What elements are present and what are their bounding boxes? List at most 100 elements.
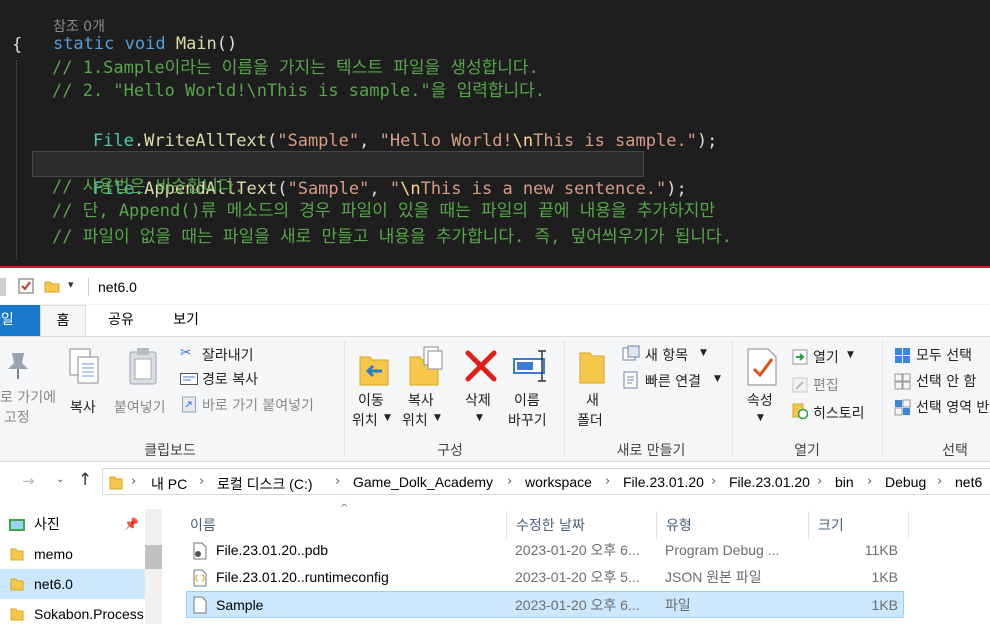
select-all-button[interactable]: 모두 선택 [916, 345, 972, 365]
easy-access-dropdown-icon[interactable]: ▼ [714, 374, 721, 384]
move-to-label-2[interactable]: 위치 [352, 410, 378, 430]
copy-path-button[interactable]: 경로 복사 [202, 369, 258, 389]
tab-share[interactable]: 공유 [96, 305, 146, 336]
copy-to-dropdown-icon[interactable]: ▼ [434, 413, 441, 423]
history-icon[interactable] [792, 403, 808, 419]
easy-access-button[interactable]: 빠른 연결 [645, 371, 701, 391]
breadcrumb-game-dolk-academy[interactable]: Game_Dolk_Academy [353, 474, 493, 490]
rename-icon[interactable] [512, 349, 550, 383]
code-editor[interactable]: 참조 0개 static void Main() { // 1.Sample이라… [0, 0, 990, 268]
open-dropdown-icon[interactable]: ▼ [847, 350, 854, 360]
properties-dropdown-icon[interactable]: ▼ [757, 413, 764, 423]
pin-quick-access-label-2[interactable]: 고정 [4, 407, 30, 427]
breadcrumb-local-disk[interactable]: 로컬 디스크 (C:) [217, 474, 313, 494]
copy-button[interactable]: 복사 [70, 397, 96, 417]
file-row[interactable]: File.23.01.20..runtimeconfig 2023-01-20 … [186, 564, 904, 591]
open-icon[interactable] [792, 349, 808, 365]
properties-button[interactable]: 속성 [747, 390, 773, 410]
new-folder-quick-icon[interactable] [44, 278, 60, 296]
pinned-icon[interactable]: 📌 [124, 509, 139, 539]
breadcrumb-net6[interactable]: net6 [955, 474, 982, 490]
delete-button[interactable]: 삭제 [465, 390, 491, 410]
nav-item-sokabon[interactable]: Sokabon.Process [0, 599, 145, 624]
delete-dropdown-icon[interactable]: ▼ [476, 413, 483, 423]
tab-file[interactable]: 파일 [0, 305, 40, 336]
column-separator[interactable] [908, 511, 909, 539]
breadcrumb-chevron-icon[interactable]: › [335, 474, 340, 489]
new-folder-icon[interactable] [578, 349, 606, 385]
move-to-label-1[interactable]: 이동 [358, 390, 384, 410]
move-to-icon[interactable] [358, 349, 390, 387]
breadcrumb-workspace[interactable]: workspace [525, 474, 592, 490]
breadcrumb-chevron-icon[interactable]: › [711, 474, 716, 489]
history-button[interactable]: 히스토리 [813, 403, 865, 423]
invert-selection-button[interactable]: 선택 영역 반 [916, 397, 989, 417]
tab-view[interactable]: 보기 [160, 305, 212, 336]
delete-icon[interactable] [464, 349, 498, 383]
recent-locations-icon[interactable]: ⌄ [56, 474, 64, 485]
breadcrumb-debug[interactable]: Debug [885, 474, 926, 490]
column-separator[interactable] [506, 511, 507, 539]
nav-item-pictures[interactable]: 사진 📌 [0, 509, 145, 539]
breadcrumb-chevron-icon[interactable]: › [507, 474, 512, 489]
new-item-button[interactable]: 새 항목 [645, 345, 688, 365]
scissors-icon[interactable]: ✂ [180, 345, 192, 361]
copy-to-label-2[interactable]: 위치 [402, 410, 428, 430]
breadcrumb-project-folder[interactable]: File.23.01.20 [623, 474, 704, 490]
select-none-button[interactable]: 선택 안 함 [916, 371, 976, 391]
easy-access-icon[interactable] [622, 371, 640, 389]
tab-home[interactable]: 홈 [40, 305, 86, 336]
breadcrumb-bin[interactable]: bin [835, 474, 854, 490]
new-folder-label-1[interactable]: 새 [586, 390, 599, 410]
nav-item-memo[interactable]: memo [0, 539, 145, 569]
address-bar[interactable]: › 내 PC › 로컬 디스크 (C:) › Game_Dolk_Academy… [102, 468, 990, 495]
customize-dropdown-icon[interactable]: ▾ [68, 278, 74, 296]
rename-label-1[interactable]: 이름 [514, 390, 540, 410]
new-item-icon[interactable] [622, 345, 640, 363]
breadcrumb-chevron-icon[interactable]: › [199, 474, 204, 489]
file-row[interactable]: File.23.01.20..pdb 2023-01-20 오후 6... Pr… [186, 537, 904, 564]
invert-selection-icon[interactable] [894, 399, 911, 416]
paste-shortcut-button[interactable]: 바로 가기 붙여넣기 [202, 395, 314, 415]
edit-button[interactable]: 편집 [813, 375, 839, 395]
breadcrumb-chevron-icon[interactable]: › [817, 474, 822, 489]
file-row-selected[interactable]: Sample 2023-01-20 오후 6... 파일 1KB [186, 591, 904, 618]
quick-access-icon[interactable] [0, 278, 6, 296]
new-folder-label-2[interactable]: 폴더 [577, 410, 603, 430]
column-header-size[interactable]: 크기 [818, 515, 844, 535]
rename-label-2[interactable]: 바꾸기 [508, 410, 547, 430]
breadcrumb-this-pc[interactable]: 내 PC [151, 474, 187, 494]
nav-scrollbar-thumb[interactable] [145, 545, 162, 569]
breadcrumb-chevron-icon[interactable]: › [867, 474, 872, 489]
properties-checkbox-icon[interactable] [18, 278, 34, 296]
properties-icon[interactable] [746, 347, 778, 387]
forward-arrow-icon[interactable]: → [22, 472, 35, 490]
new-item-dropdown-icon[interactable]: ▼ [700, 348, 707, 358]
paste-icon[interactable] [128, 347, 160, 387]
paste-button[interactable]: 붙여넣기 [114, 397, 166, 417]
paste-shortcut-icon[interactable] [182, 395, 196, 413]
select-none-icon[interactable] [894, 373, 911, 390]
copy-path-icon[interactable] [180, 373, 198, 385]
pin-quick-access-label-1[interactable]: 로 가기에 [0, 387, 56, 407]
copy-to-icon[interactable] [408, 345, 444, 387]
copy-icon[interactable] [68, 347, 102, 385]
select-all-icon[interactable] [894, 347, 911, 364]
copy-to-label-1[interactable]: 복사 [408, 390, 434, 410]
nav-item-net6[interactable]: net6.0 [0, 569, 145, 599]
breadcrumb-project-subfolder[interactable]: File.23.01.20 [729, 474, 810, 490]
edit-icon[interactable] [792, 377, 808, 393]
nav-scrollbar[interactable] [145, 509, 162, 624]
breadcrumb-chevron-icon[interactable]: › [605, 474, 610, 489]
column-separator[interactable] [656, 511, 657, 539]
open-button[interactable]: 열기 [813, 347, 839, 367]
column-header-modified[interactable]: 수정한 날짜 [516, 515, 585, 535]
column-header-name[interactable]: 이름 [190, 515, 216, 535]
column-header-type[interactable]: 유형 [666, 515, 692, 535]
column-separator[interactable] [808, 511, 809, 539]
cut-button[interactable]: 잘라내기 [202, 345, 254, 365]
breadcrumb-chevron-icon[interactable]: › [937, 474, 942, 489]
breadcrumb-chevron-icon[interactable]: › [131, 474, 136, 489]
up-arrow-icon[interactable]: ↑ [78, 470, 92, 490]
move-to-dropdown-icon[interactable]: ▼ [384, 413, 391, 423]
